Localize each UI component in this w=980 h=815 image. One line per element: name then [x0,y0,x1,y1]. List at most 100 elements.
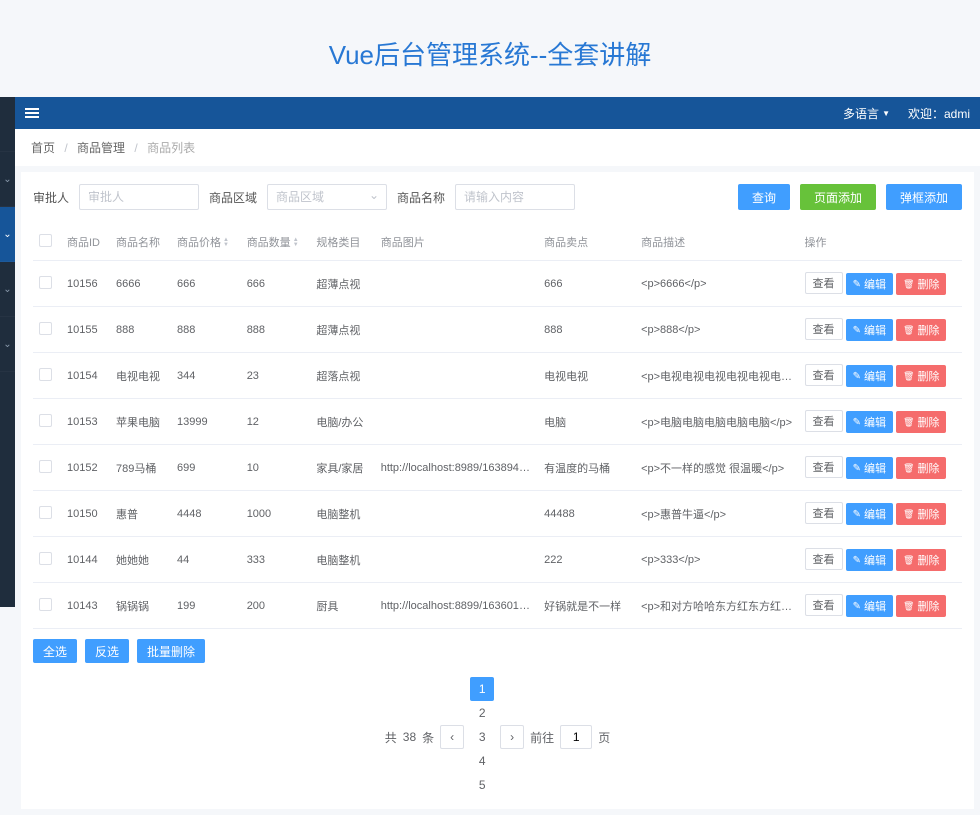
edit-button[interactable]: 编辑 [846,503,893,525]
trash-icon [903,554,914,566]
view-button[interactable]: 查看 [805,410,843,432]
sidebar-item-4[interactable]: ⌄ [0,317,15,372]
cell-name: 苹果电脑 [110,399,171,445]
edit-button[interactable]: 编辑 [846,319,893,341]
cell-price: 888 [171,307,241,353]
cell-selling: 电脑 [538,399,635,445]
cell-img [375,261,538,307]
goto-input[interactable] [560,725,592,749]
row-checkbox[interactable] [39,322,52,335]
page-button-5[interactable]: 5 [470,773,494,797]
breadcrumb: 首页 / 商品管理 / 商品列表 [15,129,980,166]
breadcrumb-home[interactable]: 首页 [31,141,55,155]
delete-button[interactable]: 删除 [896,457,946,479]
page-button-4[interactable]: 4 [470,749,494,773]
invert-button[interactable]: 反选 [85,639,129,663]
edit-button[interactable]: 编辑 [846,365,893,387]
cell-img [375,537,538,583]
select-all-button[interactable]: 全选 [33,639,77,663]
cell-selling: 222 [538,537,635,583]
cell-spec: 超落点视 [310,353,374,399]
user-welcome[interactable]: 欢迎：admi [908,105,970,122]
approver-label: 审批人 [33,189,69,206]
col-price[interactable]: 商品价格▲▼ [171,224,241,261]
edit-button[interactable]: 编辑 [846,457,893,479]
view-button[interactable]: 查看 [805,548,843,570]
cell-qty: 12 [241,399,311,445]
delete-button[interactable]: 删除 [896,549,946,571]
breadcrumb-mgmt[interactable]: 商品管理 [77,141,125,155]
breadcrumb-current: 商品列表 [147,141,195,155]
cell-id: 10153 [61,399,110,445]
col-qty[interactable]: 商品数量▲▼ [241,224,311,261]
view-button[interactable]: 查看 [805,364,843,386]
sidebar-item-0[interactable] [0,97,15,152]
edit-button[interactable]: 编辑 [846,273,893,295]
hamburger-icon[interactable] [25,108,39,118]
cell-id: 10156 [61,261,110,307]
view-button[interactable]: 查看 [805,318,843,340]
page-button-2[interactable]: 2 [470,701,494,725]
total-prefix: 共 [385,729,397,746]
row-checkbox[interactable] [39,368,52,381]
row-checkbox[interactable] [39,598,52,611]
cell-qty: 666 [241,261,311,307]
approver-input[interactable] [79,184,199,210]
query-button[interactable]: 查询 [738,184,790,210]
row-checkbox[interactable] [39,460,52,473]
pencil-icon [853,278,861,290]
delete-button[interactable]: 删除 [896,319,946,341]
select-all-checkbox[interactable] [39,234,52,247]
cell-spec: 超薄点视 [310,307,374,353]
page-button-3[interactable]: 3 [470,725,494,749]
cell-desc: <p>不一样的感觉 很温暖</p> [635,445,798,491]
batch-delete-button[interactable]: 批量删除 [137,639,205,663]
total-count: 38 [403,730,416,744]
row-checkbox[interactable] [39,414,52,427]
sort-icon: ▲▼ [223,238,229,248]
cell-price: 666 [171,261,241,307]
cell-img [375,353,538,399]
row-checkbox[interactable] [39,276,52,289]
cell-img: http://localhost:8989/163894728... [375,445,538,491]
edit-button[interactable]: 编辑 [846,549,893,571]
trash-icon [903,508,914,520]
cell-spec: 家具/家居 [310,445,374,491]
delete-button[interactable]: 删除 [896,273,946,295]
pencil-icon [853,508,861,520]
cell-price: 344 [171,353,241,399]
sidebar-item-2[interactable]: ⌄ [0,207,15,262]
sidebar-item-1[interactable]: ⌄ [0,152,15,207]
products-table: 商品ID 商品名称 商品价格▲▼ 商品数量▲▼ 规格类目 商品图片 商品卖点 商… [33,224,962,629]
cell-name: 电视电视 [110,353,171,399]
delete-button[interactable]: 删除 [896,503,946,525]
delete-button[interactable]: 删除 [896,411,946,433]
view-button[interactable]: 查看 [805,456,843,478]
cell-name: 锅锅锅 [110,583,171,629]
pencil-icon [853,462,861,474]
sidebar-item-3[interactable]: ⌄ [0,262,15,317]
add-page-button[interactable]: 页面添加 [800,184,876,210]
view-button[interactable]: 查看 [805,502,843,524]
prev-page-button[interactable]: ‹ [440,725,464,749]
delete-button[interactable]: 删除 [896,365,946,387]
goto-suffix: 页 [598,729,610,746]
next-page-button[interactable]: › [500,725,524,749]
row-checkbox[interactable] [39,506,52,519]
trash-icon [903,278,914,290]
view-button[interactable]: 查看 [805,272,843,294]
region-select[interactable] [267,184,387,210]
row-checkbox[interactable] [39,552,52,565]
language-selector[interactable]: 多语言▼ [843,105,890,122]
pencil-icon [853,324,861,336]
add-modal-button[interactable]: 弹框添加 [886,184,962,210]
page-button-1[interactable]: 1 [470,677,494,701]
trash-icon [903,370,914,382]
cell-img [375,399,538,445]
edit-button[interactable]: 编辑 [846,411,893,433]
name-input[interactable] [455,184,575,210]
topbar: 多语言▼ 欢迎：admi [15,97,980,129]
cell-name: 她她她 [110,537,171,583]
view-button[interactable]: 查看 [805,594,843,616]
cell-desc: <p>惠普牛逼</p> [635,491,798,537]
